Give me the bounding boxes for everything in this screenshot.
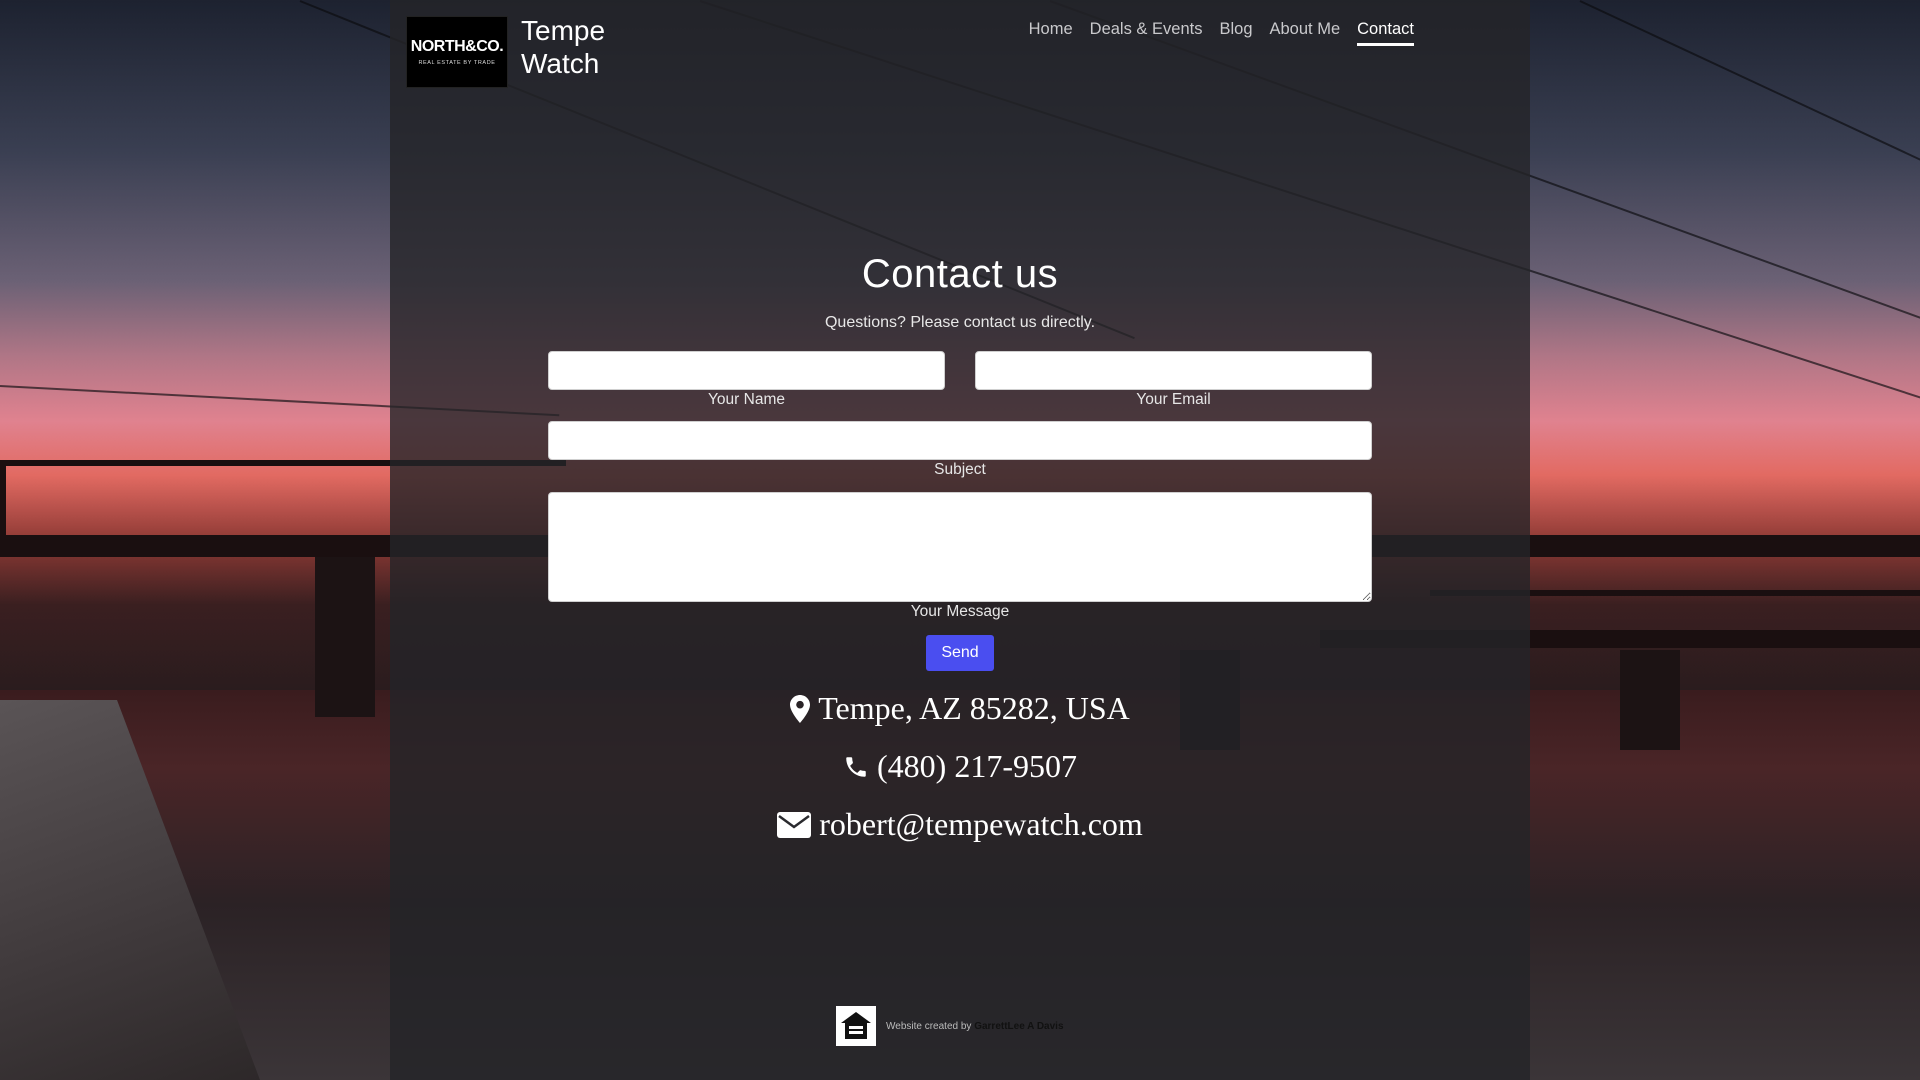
envelope-icon — [777, 811, 812, 838]
phone-icon — [843, 754, 869, 780]
phone-line: (480) 217-9507 — [390, 748, 1530, 785]
message-textarea[interactable] — [548, 492, 1372, 602]
nav-item-blog[interactable]: Blog — [1219, 20, 1252, 46]
subject-label: Subject — [934, 461, 986, 478]
footer-author-link[interactable]: GarrettLee A Davis — [974, 1021, 1063, 1032]
name-label: Your Name — [708, 391, 785, 408]
name-input[interactable] — [548, 351, 945, 390]
map-marker-icon — [790, 694, 811, 723]
address-text: Tempe, AZ 85282, USA — [818, 690, 1130, 726]
nav-item-home[interactable]: Home — [1029, 20, 1073, 46]
email-input[interactable] — [975, 351, 1372, 390]
main-nav: Home Deals & Events Blog About Me Contac… — [1029, 20, 1414, 46]
send-button[interactable]: Send — [926, 635, 994, 671]
nav-item-deals-events[interactable]: Deals & Events — [1090, 20, 1203, 46]
page-title: Contact us — [861, 252, 1059, 296]
footer-credit-text: Website created by — [886, 1020, 972, 1032]
nav-item-contact[interactable]: Contact — [1357, 20, 1414, 46]
site-title[interactable]: Tempe Watch — [521, 14, 661, 80]
logo[interactable]: NORTH&CO. REAL ESTATE BY TRADE — [406, 16, 508, 88]
bridge-pier — [1620, 650, 1680, 750]
email-label: Your Email — [1136, 391, 1211, 408]
logo-main-text: NORTH&CO. — [410, 38, 504, 55]
logo-tagline: REAL ESTATE BY TRADE — [418, 60, 496, 66]
footer: Website created by GarrettLee A Davis — [836, 1006, 1064, 1046]
page-subtitle: Questions? Please contact us directly. — [824, 314, 1096, 331]
email-link[interactable]: robert@tempewatch.com — [819, 806, 1143, 843]
phone-link[interactable]: (480) 217-9507 — [877, 748, 1077, 785]
message-label: Your Message — [910, 603, 1010, 620]
power-line — [1579, 0, 1920, 180]
bridge-pier — [315, 557, 375, 717]
nav-item-about-me[interactable]: About Me — [1270, 20, 1341, 46]
footer-credit: Website created by GarrettLee A Davis — [886, 1021, 1064, 1032]
email-line: robert@tempewatch.com — [390, 806, 1530, 843]
equal-housing-icon — [836, 1006, 876, 1046]
address-line: Tempe, AZ 85282, USA — [390, 690, 1530, 727]
subject-input[interactable] — [548, 421, 1372, 460]
